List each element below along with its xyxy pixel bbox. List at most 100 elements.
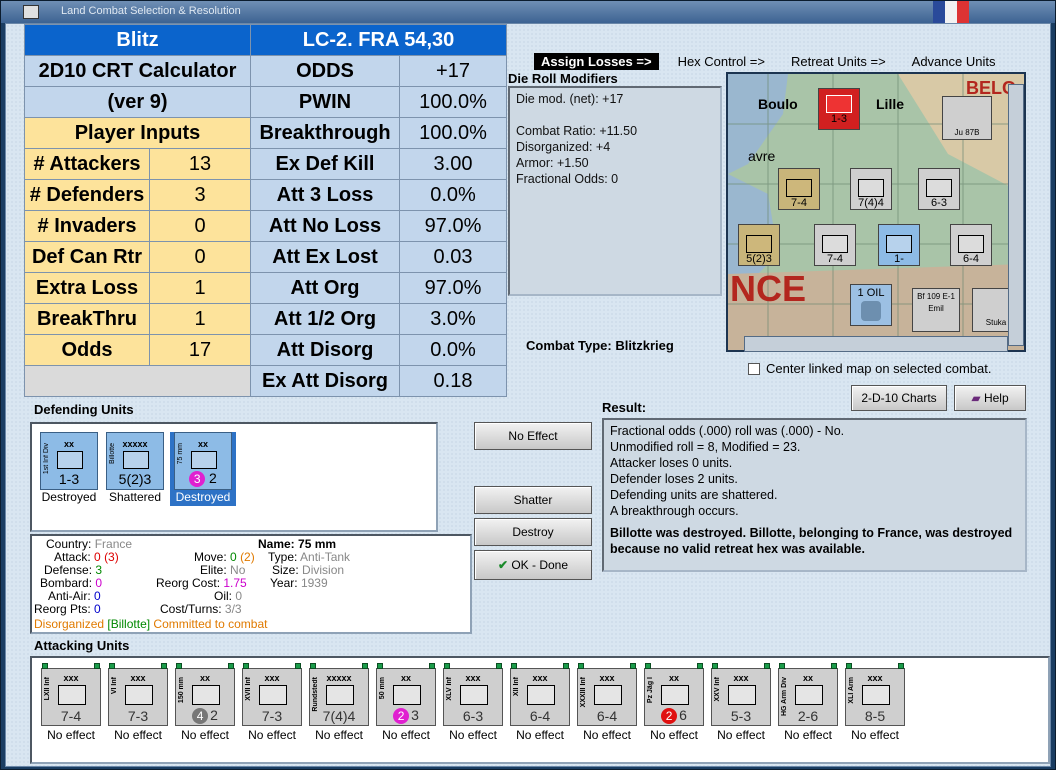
map-unit[interactable]: 5(2)3 [738,224,780,266]
unit-value: 5(2)3 [118,471,152,487]
supply-marker-icon [846,663,852,669]
unit-value-row: 2-6 [779,708,837,724]
shatter-button[interactable]: Shatter [474,486,592,514]
info-status: Disorganized [Billotte] Committed to com… [34,617,268,631]
attacking-unit[interactable]: xxx XXV Inf 5-3 No effect [710,663,772,742]
supply-marker-icon [310,663,316,669]
attacking-unit[interactable]: xxx XXXIII Inf 6-4 No effect [576,663,638,742]
map-unit[interactable]: 7(4)4 [850,168,892,210]
result-line: A breakthrough occurs. [610,504,739,518]
map-label: avre [748,148,776,164]
crt-input-value[interactable]: 13 [149,148,251,180]
unit-name: Rundstedt [312,677,319,712]
map-horizontal-scrollbar[interactable] [744,336,1008,352]
unit-value-row: 6-4 [511,708,569,724]
crt-input-value[interactable]: 0 [149,210,251,242]
unit-counter: xxx XII Inf 6-4 [510,663,570,726]
unit-counter: xx 1st Inf Div 1-3 [40,432,98,490]
attacking-unit[interactable]: xxx XLV Inf 6-3 No effect [442,663,504,742]
unit-value: 6-4 [529,708,551,724]
map-unit[interactable]: 6-4 [950,224,992,266]
unit-value: 7(4)4 [322,708,356,724]
result-line: Defender loses 2 units. [610,472,738,486]
crt-input-label: Odds [24,334,150,366]
tab-assign-losses[interactable]: Assign Losses => [534,53,659,70]
attacking-unit[interactable]: xx HG Arm Div 2-6 No effect [777,663,839,742]
defending-unit[interactable]: xxxxx Billotte 5(2)3 Shattered [104,432,166,504]
unit-value: 1-3 [58,471,80,487]
map-unit-value: 7-4 [827,253,843,265]
attacking-unit[interactable]: xxx VI Inf 7-3 No effect [107,663,169,742]
map-unit[interactable]: 7-4 [814,224,856,266]
charts-button[interactable]: 2-D-10 Charts [851,385,947,411]
supply-marker-icon [377,663,383,669]
crt-input-value[interactable]: 0 [149,241,251,273]
attacking-unit[interactable]: xxx LXII Inf 7-4 No effect [40,663,102,742]
no-effect-button[interactable]: No Effect [474,422,592,450]
help-button[interactable]: ▰ Help [954,385,1026,411]
crt-result-value: 100.0% [399,117,507,149]
crt-result-value: 0.18 [399,365,507,397]
unit-value-row: 6-4 [578,708,636,724]
map-label: NCE [730,268,807,309]
unit-result: No effect [181,728,229,742]
attacking-unit[interactable]: xxx XLI Arm 8-5 No effect [844,663,906,742]
unit-value-row: 5-3 [712,708,770,724]
map-unit[interactable]: 7-4 [778,168,820,210]
center-map-checkbox[interactable] [748,362,760,375]
oil-marker[interactable]: 1 OIL [850,284,892,326]
unit-value: 7-3 [261,708,283,724]
unit-counter: xxx VI Inf 7-3 [108,663,168,726]
crt-input-value[interactable]: 17 [149,334,251,366]
tab-hex-control[interactable]: Hex Control => [671,53,772,70]
die-roll-line: Disorganized: +4 [516,140,611,154]
die-roll-line: Combat Ratio: +11.50 [516,124,638,138]
tab-retreat-units[interactable]: Retreat Units => [784,53,893,70]
map-unit[interactable]: 1-3 [818,88,860,130]
crt-result-label: ODDS [250,55,400,87]
map-unit[interactable]: 6-3 [918,168,960,210]
unit-value: 6-3 [462,708,484,724]
center-map-option[interactable]: Center linked map on selected combat. [748,361,991,376]
air-unit[interactable]: Ju 87B [942,96,992,140]
unit-name: 75 mm [177,443,184,465]
unit-result: No effect [851,728,899,742]
defending-unit[interactable]: xx 1st Inf Div 1-3 Destroyed [38,432,100,504]
map-vertical-scrollbar[interactable] [1008,84,1024,346]
unit-counter: xx 50 mm 2 3 [376,663,436,726]
attacking-unit[interactable]: xxxxx Rundstedt 7(4)4 No effect [308,663,370,742]
unit-type-icon [460,685,488,705]
crt-input-value[interactable]: 1 [149,303,251,335]
supply-marker-icon [645,663,651,669]
unit-value: 3 [411,707,419,723]
attacking-unit[interactable]: xx Pz Jäg I 2 6 No effect [643,663,705,742]
supply-marker-icon [429,663,435,669]
title-bar[interactable]: Land Combat Selection & Resolution [1,1,1055,23]
defending-unit-selected[interactable]: xx 75 mm 3 2 Destroyed [170,432,236,506]
crt-result-value: 3.00 [399,148,507,180]
crt-calc-version: (ver 9) [24,86,251,118]
destroy-button[interactable]: Destroy [474,518,592,546]
tab-advance-units[interactable]: Advance Units [905,53,1003,70]
air-unit-name: Ju 87B [954,128,980,137]
linked-map[interactable]: Boulo Lille BELG avre NCE 1-3 7-4 7(4)4 … [726,72,1026,352]
attacking-unit[interactable]: xx 50 mm 2 3 No effect [375,663,437,742]
unit-name: XLI Arm [848,677,855,704]
info-reorg-pts: Reorg Pts: 0 [34,602,101,616]
crt-input-value[interactable]: 1 [149,272,251,304]
unit-type-icon [728,685,756,705]
crt-header-left: Blitz [24,24,251,56]
attacking-unit[interactable]: xxx XII Inf 6-4 No effect [509,663,571,742]
unit-name: XLV Inf [446,677,453,701]
crt-input-value[interactable]: 3 [149,179,251,211]
crt-result-value: 97.0% [399,210,507,242]
attacking-unit[interactable]: xx 150 mm 4 2 No effect [174,663,236,742]
ok-done-button[interactable]: ✔ OK - Done [474,550,592,580]
unit-result: No effect [315,728,363,742]
air-unit[interactable]: Bf 109 E-1 Emil [912,288,960,332]
supply-marker-icon [898,663,904,669]
unit-type-icon [326,685,354,705]
unit-value: 7-3 [127,708,149,724]
attacking-unit[interactable]: xxx XVII Inf 7-3 No effect [241,663,303,742]
map-unit[interactable]: 1- [878,224,920,266]
